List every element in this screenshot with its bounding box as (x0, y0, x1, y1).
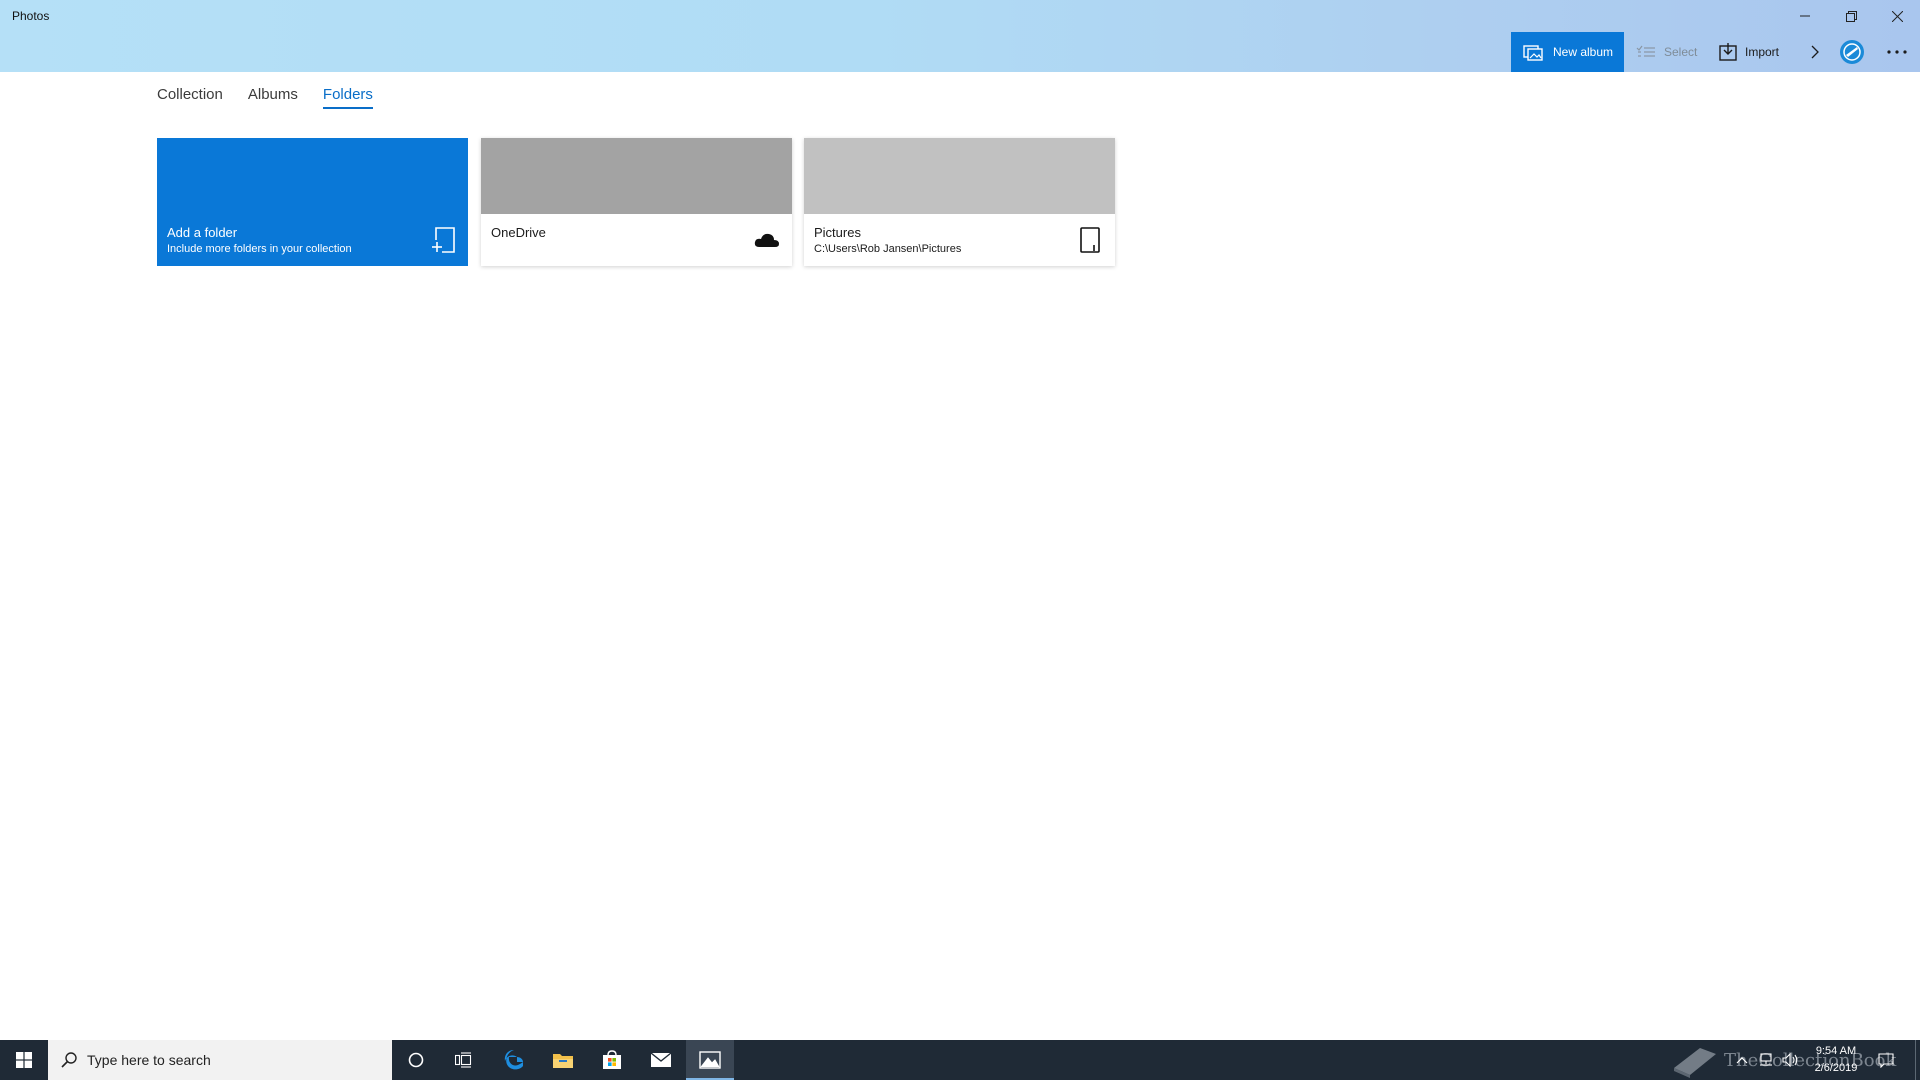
clock-date: 2/6/2019 (1814, 1062, 1858, 1074)
clock-time: 9:54 AM (1815, 1045, 1857, 1057)
volume-icon (1782, 1053, 1798, 1067)
folder-thumbnail (481, 138, 792, 214)
volume-button[interactable] (1780, 1040, 1802, 1080)
cortana-icon (408, 1052, 424, 1068)
more-commands-button[interactable] (1805, 32, 1825, 72)
windows-logo-icon (16, 1052, 32, 1068)
folder-tile-onedrive[interactable]: OneDrive (481, 138, 792, 266)
network-button[interactable] (1756, 1040, 1776, 1080)
see-more-button[interactable] (1882, 32, 1912, 72)
new-album-icon (1523, 43, 1545, 61)
select-list-icon (1636, 45, 1656, 59)
folder-name: Pictures (814, 225, 861, 240)
cortana-button[interactable] (392, 1040, 440, 1080)
search-placeholder: Type here to search (87, 1052, 211, 1068)
task-view-icon (455, 1052, 472, 1068)
chevron-up-icon (1736, 1057, 1748, 1064)
avatar-icon (1840, 40, 1864, 64)
store-icon (603, 1050, 621, 1069)
folder-thumbnail (804, 138, 1115, 214)
taskbar-file-explorer[interactable] (539, 1040, 587, 1080)
app-title: Photos (12, 9, 50, 23)
action-center-button[interactable] (1874, 1040, 1898, 1080)
add-folder-subtitle: Include more folders in your collection (167, 243, 352, 255)
account-button[interactable] (1838, 32, 1866, 72)
folder-name: OneDrive (491, 225, 546, 240)
restore-icon (1845, 10, 1857, 22)
notification-icon (1878, 1052, 1894, 1068)
folder-tile-pictures[interactable]: Pictures C:\Users\Rob Jansen\Pictures (804, 138, 1115, 266)
more-icon (1887, 50, 1907, 54)
device-icon (1077, 226, 1103, 254)
new-album-label: New album (1553, 45, 1614, 59)
taskbar-photos[interactable] (686, 1040, 734, 1080)
taskbar-mail[interactable] (637, 1040, 685, 1080)
show-hidden-icons-button[interactable] (1734, 1040, 1750, 1080)
restore-button[interactable] (1828, 0, 1874, 32)
chevron-right-icon (1811, 45, 1819, 59)
minimize-icon (1800, 15, 1810, 17)
close-button[interactable] (1874, 0, 1920, 32)
taskbar-edge[interactable] (490, 1040, 538, 1080)
tab-folders[interactable]: Folders (322, 86, 373, 109)
folder-icon (553, 1054, 573, 1068)
folder-path: C:\Users\Rob Jansen\Pictures (814, 243, 962, 255)
minimize-button[interactable] (1782, 0, 1828, 32)
search-icon (61, 1052, 77, 1068)
taskbar-store[interactable] (588, 1040, 636, 1080)
task-view-button[interactable] (440, 1040, 488, 1080)
cloud-icon (754, 226, 780, 254)
mail-icon (650, 1052, 672, 1067)
taskbar: Type here to search (0, 1040, 1920, 1080)
select-label: Select (1664, 45, 1698, 59)
import-label: Import (1745, 45, 1780, 59)
close-icon (1891, 10, 1903, 22)
clock[interactable]: 9:54 AM 2/6/2019 (1808, 1043, 1864, 1077)
book-logo-icon (1674, 1048, 1716, 1078)
import-button[interactable]: Import (1719, 32, 1779, 72)
edge-icon (504, 1050, 523, 1070)
tab-collection[interactable]: Collection (157, 86, 223, 109)
show-desktop-button[interactable] (1915, 1040, 1916, 1080)
new-album-button[interactable]: New album (1511, 32, 1624, 72)
title-bar: Photos New album Select Import (0, 0, 1920, 72)
import-icon (1719, 43, 1737, 61)
select-button[interactable]: Select (1636, 32, 1697, 72)
add-folder-icon (430, 226, 456, 254)
network-icon (1760, 1053, 1772, 1066)
start-button[interactable] (0, 1040, 48, 1080)
photos-icon (699, 1051, 721, 1069)
taskbar-search-box[interactable]: Type here to search (48, 1040, 392, 1080)
tab-albums[interactable]: Albums (248, 86, 298, 109)
add-folder-title: Add a folder (167, 225, 238, 240)
nav-tabs: Collection Albums Folders (157, 86, 398, 109)
add-folder-tile[interactable]: Add a folder Include more folders in you… (157, 138, 468, 266)
